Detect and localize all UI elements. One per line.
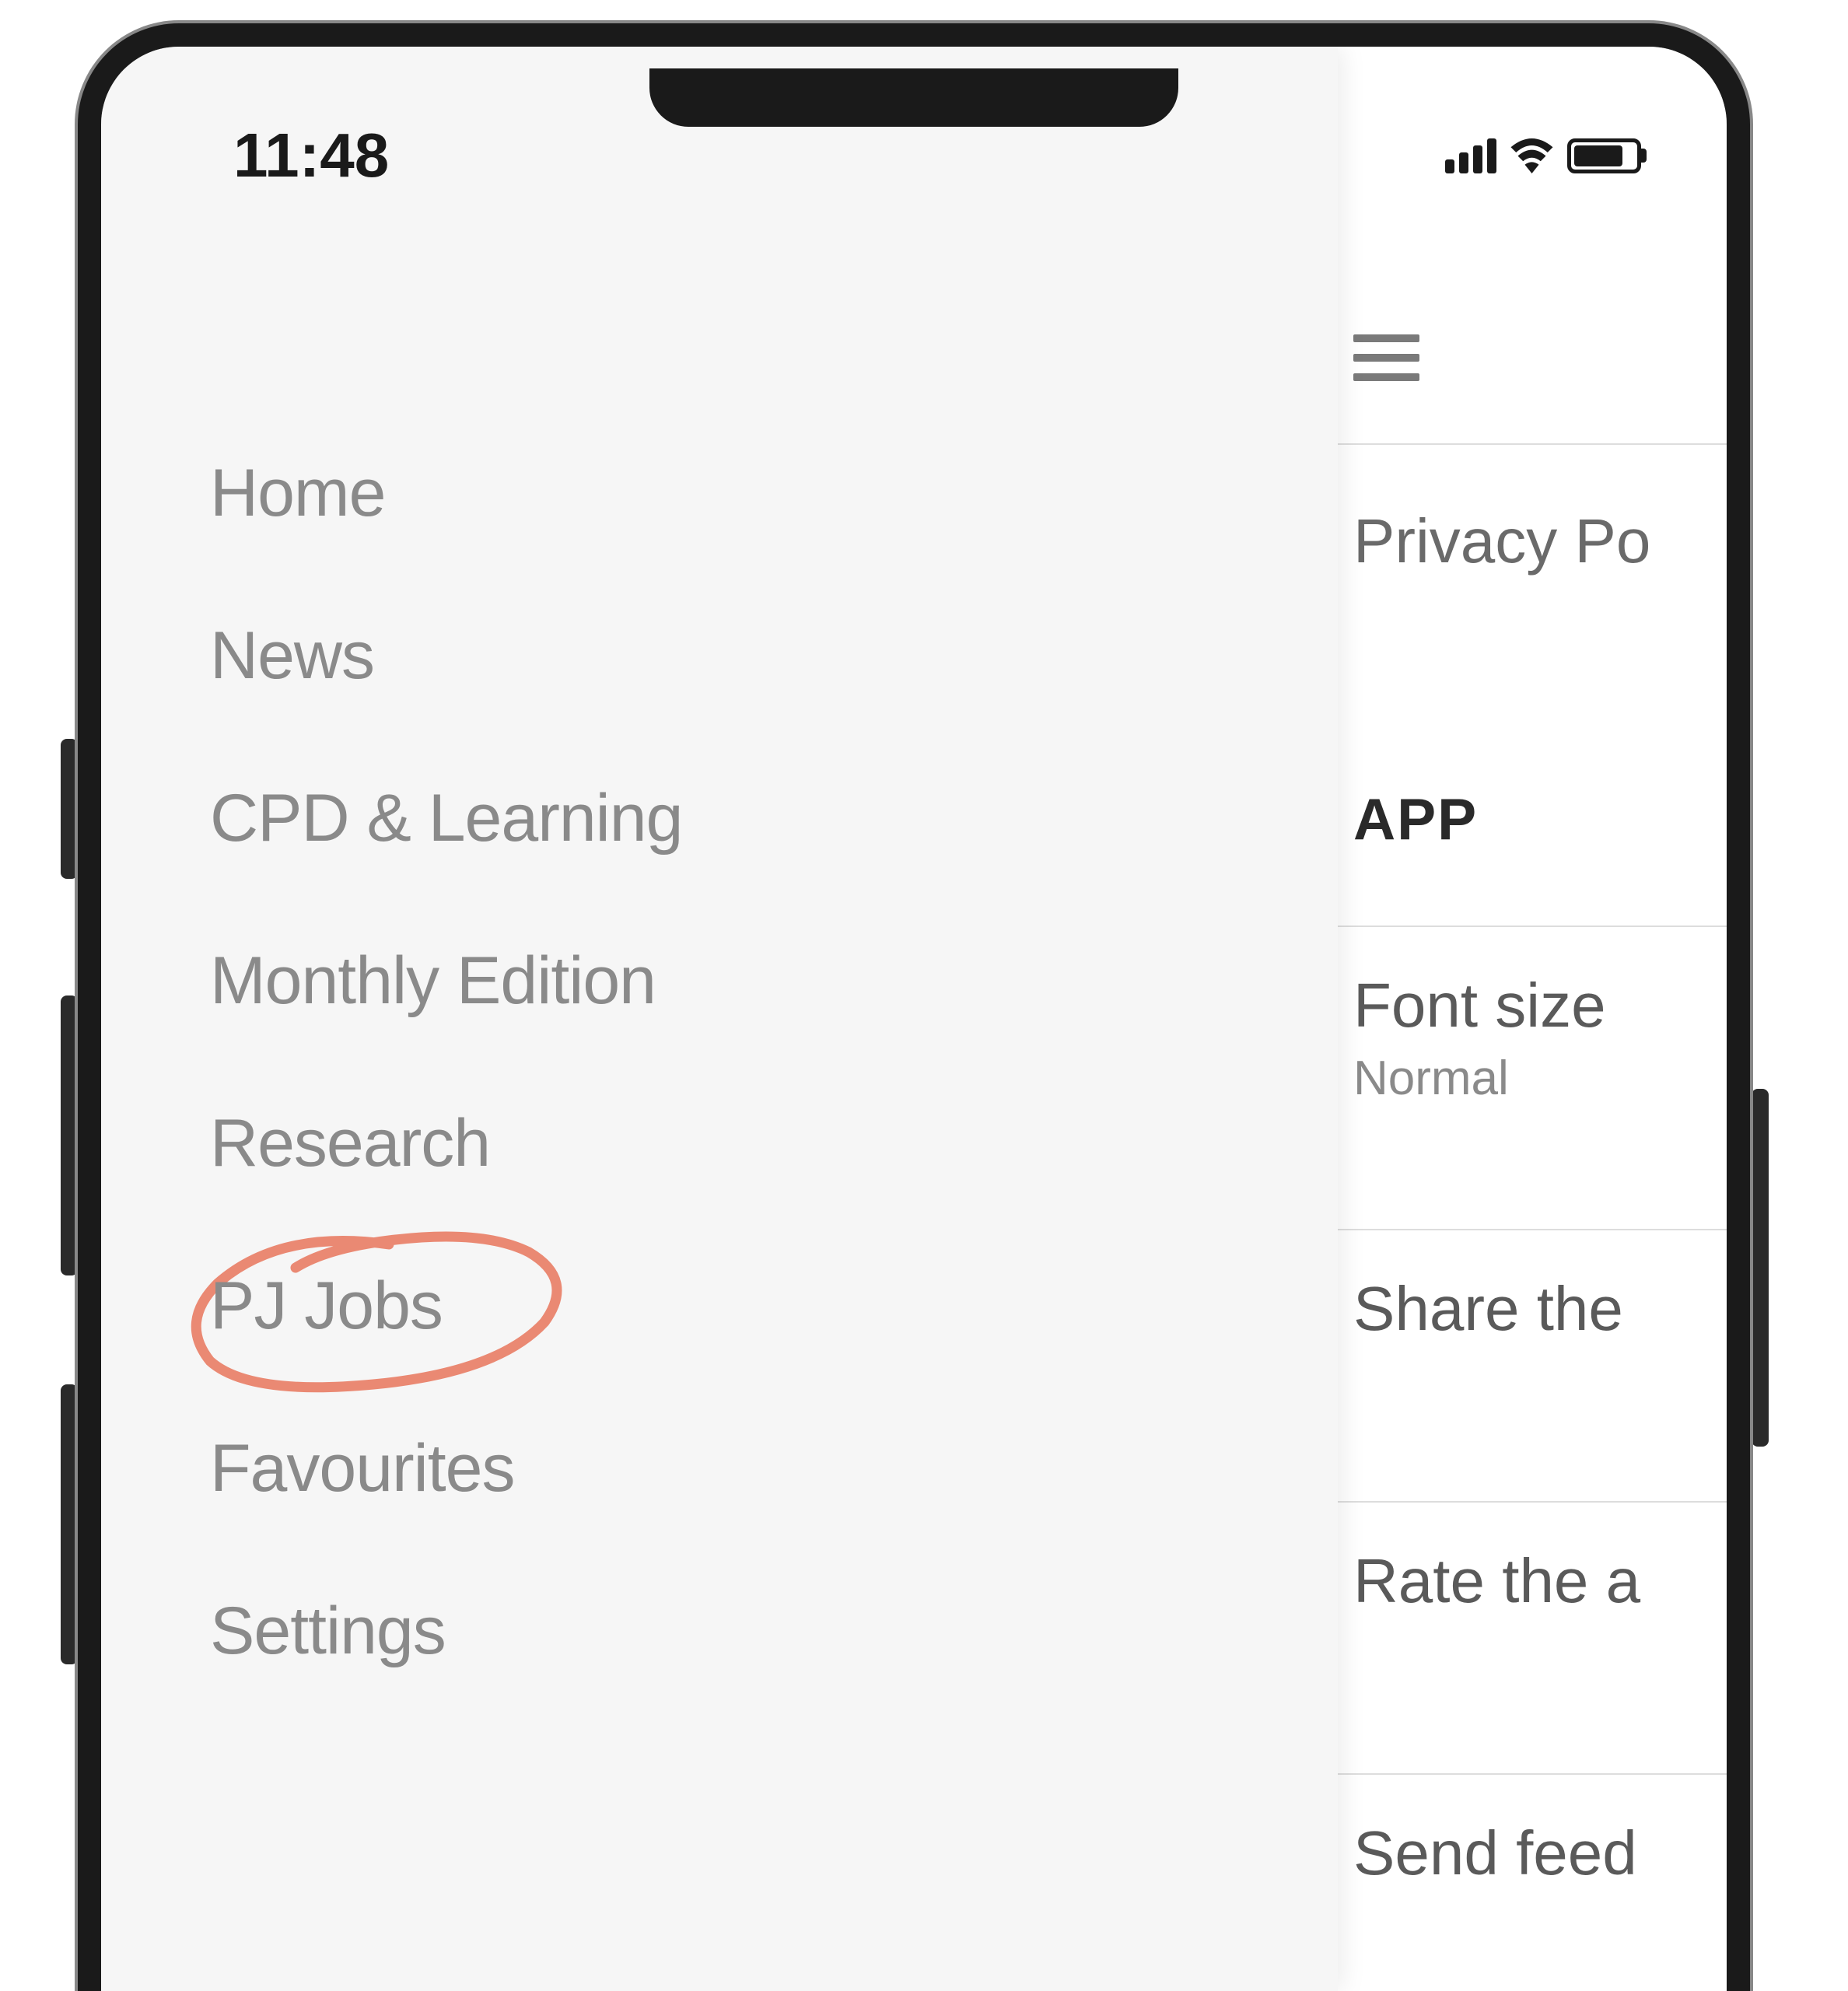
drawer-item-cpd-learning[interactable]: CPD & Learning (210, 737, 1338, 900)
phone-side-button-mute (61, 739, 78, 879)
battery-icon (1567, 138, 1641, 173)
send-feedback-row[interactable]: Send feed (1314, 1773, 1727, 1932)
status-time: 11:48 (233, 120, 389, 191)
privacy-policy-label: Privacy Po (1353, 506, 1650, 576)
drawer-item-research[interactable]: Research (210, 1062, 1338, 1225)
phone-side-button-power (1752, 1089, 1769, 1447)
drawer-item-news[interactable]: News (210, 575, 1338, 737)
drawer-item-monthly-edition[interactable]: Monthly Edition (210, 900, 1338, 1062)
rate-app-row[interactable]: Rate the a (1314, 1501, 1727, 1660)
header-divider (1314, 443, 1727, 445)
navigation-drawer: Home News CPD & Learning Monthly Edition… (101, 47, 1338, 1991)
screen-content: 11:48 Home (101, 47, 1727, 1991)
phone-side-button-volume-up (61, 996, 78, 1275)
phone-notch (649, 68, 1178, 127)
drawer-item-settings[interactable]: Settings (210, 1550, 1338, 1713)
share-label: Share the (1353, 1273, 1688, 1345)
font-size-row[interactable]: Font size Normal (1314, 926, 1727, 1149)
drawer-item-favourites[interactable]: Favourites (210, 1387, 1338, 1550)
send-label: Send feed (1353, 1818, 1688, 1889)
phone-frame: 11:48 Home (78, 23, 1750, 1991)
drawer-item-home[interactable]: Home (210, 412, 1338, 575)
rate-label: Rate the a (1353, 1545, 1688, 1617)
font-size-label: Font size (1353, 970, 1688, 1041)
wifi-icon (1510, 138, 1553, 173)
status-icons (1445, 138, 1641, 173)
font-size-value: Normal (1353, 1051, 1688, 1106)
drawer-item-pj-jobs[interactable]: PJ Jobs (210, 1225, 1338, 1387)
hamburger-menu-icon[interactable] (1353, 334, 1419, 381)
phone-side-button-volume-down (61, 1384, 78, 1664)
share-app-row[interactable]: Share the (1314, 1229, 1727, 1387)
app-section-header: APP (1353, 786, 1478, 852)
cellular-signal-icon (1445, 138, 1496, 173)
main-content: Privacy Po APP Font size Normal Share th… (1314, 47, 1727, 1991)
drawer-item-label: PJ Jobs (210, 1268, 443, 1343)
privacy-policy-row[interactable]: Privacy Po (1353, 506, 1650, 577)
